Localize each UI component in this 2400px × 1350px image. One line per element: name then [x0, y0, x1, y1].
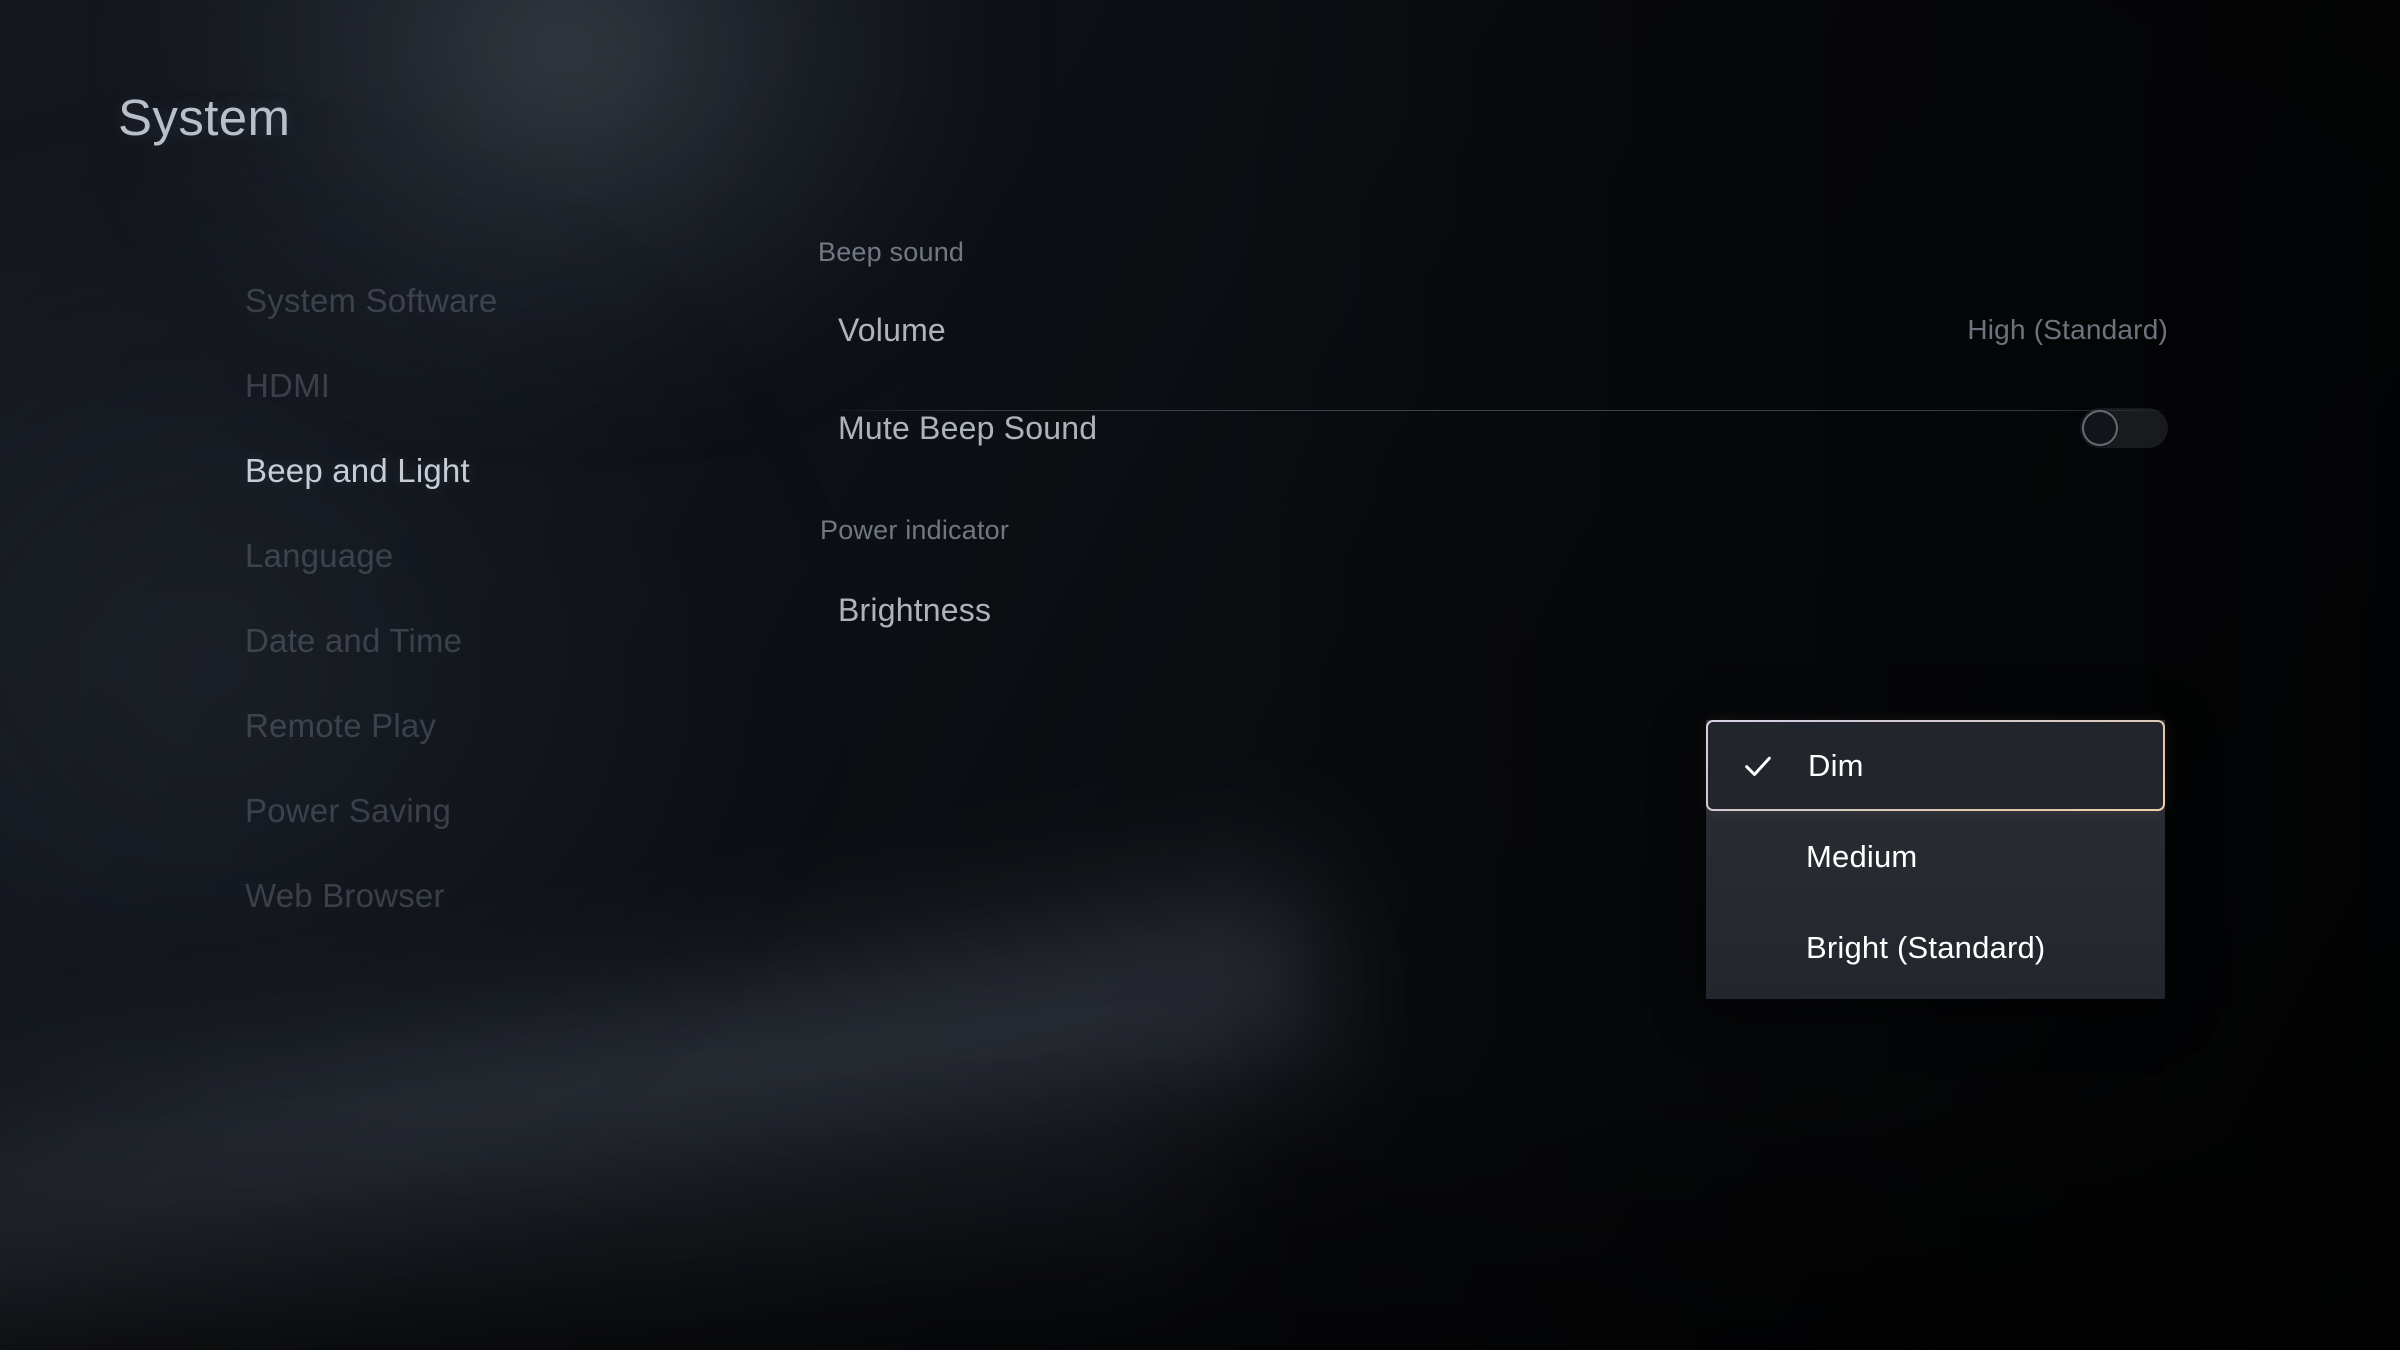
setting-label-volume: Volume — [838, 312, 946, 348]
sidebar-item-web-browser[interactable]: Web Browser — [245, 853, 715, 938]
setting-value-volume: High (Standard) — [1967, 314, 2168, 345]
dropdown-option-label: Bright (Standard) — [1806, 929, 2046, 965]
page-title: System — [118, 89, 291, 146]
setting-row-mute-beep-sound[interactable]: Mute Beep Sound — [838, 398, 2168, 458]
sidebar-item-date-and-time[interactable]: Date and Time — [245, 598, 715, 683]
dropdown-option-bright-standard[interactable]: Bright (Standard) — [1706, 902, 2165, 993]
setting-row-brightness[interactable]: Brightness — [838, 580, 2168, 640]
settings-sidebar: System Software HDMI Beep and Light Lang… — [245, 258, 715, 938]
sidebar-item-language[interactable]: Language — [245, 513, 715, 598]
setting-label-mute-beep-sound: Mute Beep Sound — [838, 410, 1098, 446]
setting-label-brightness: Brightness — [838, 592, 992, 628]
sidebar-item-hdmi[interactable]: HDMI — [245, 343, 715, 428]
dropdown-option-dim[interactable]: Dim — [1706, 720, 2165, 811]
sidebar-item-power-saving[interactable]: Power Saving — [245, 768, 715, 853]
dropdown-option-medium[interactable]: Medium — [1706, 811, 2165, 902]
brightness-dropdown-menu[interactable]: Dim Medium Bright (Standard) — [1706, 720, 2165, 999]
dropdown-option-label: Dim — [1808, 747, 1864, 783]
dropdown-option-label: Medium — [1806, 838, 1918, 874]
sidebar-item-system-software[interactable]: System Software — [245, 258, 715, 343]
mute-beep-sound-toggle[interactable] — [2080, 408, 2168, 448]
section-heading-beep-sound: Beep sound — [818, 237, 965, 267]
sidebar-item-remote-play[interactable]: Remote Play — [245, 683, 715, 768]
section-heading-power-indicator: Power indicator — [820, 515, 1010, 545]
sidebar-item-beep-and-light[interactable]: Beep and Light — [245, 428, 715, 513]
check-icon — [1708, 749, 1808, 783]
ps5-system-settings-screen: System System Software HDMI Beep and Lig… — [0, 0, 2400, 1350]
toggle-knob — [2082, 410, 2118, 446]
setting-row-volume[interactable]: Volume High (Standard) — [838, 300, 2168, 360]
